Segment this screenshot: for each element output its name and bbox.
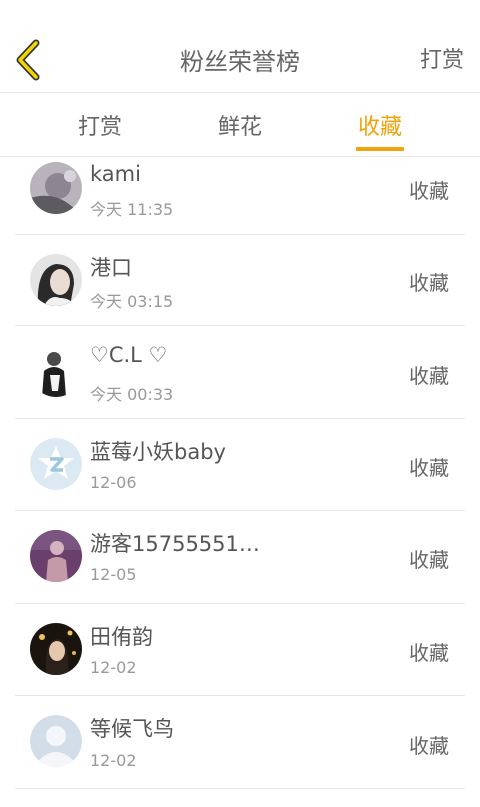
timestamp: 12-06 xyxy=(90,473,137,492)
list-item[interactable]: 游客15755551… 12-05 收藏 xyxy=(15,510,465,604)
timestamp: 12-02 xyxy=(90,751,137,770)
tab-bar: 打赏 鲜花 收藏 xyxy=(0,93,480,157)
user-name: ♡C.L ♡ xyxy=(90,343,168,367)
avatar-image-icon xyxy=(30,530,82,582)
timestamp: 12-05 xyxy=(90,565,137,584)
tab-favorites[interactable]: 收藏 xyxy=(330,109,430,141)
active-tab-indicator xyxy=(356,147,404,151)
user-name: 田侑韵 xyxy=(90,625,153,649)
favorite-action-label[interactable]: 收藏 xyxy=(409,637,449,666)
timestamp: 12-02 xyxy=(90,658,137,677)
user-name: 港口 xyxy=(90,256,132,280)
fan-list: kami 今天 11:35 收藏 港口 今天 03:15 收藏 ♡C.L ♡ 今… xyxy=(0,157,480,807)
avatar-image-icon xyxy=(30,623,82,675)
avatar xyxy=(30,530,82,582)
list-item[interactable]: 蓝莓小妖baby 12-06 收藏 xyxy=(15,418,465,511)
tab-flowers[interactable]: 鲜花 xyxy=(190,109,290,141)
avatar xyxy=(30,162,82,214)
favorite-action-label[interactable]: 收藏 xyxy=(409,452,449,481)
user-name: 游客15755551… xyxy=(90,532,260,556)
avatar xyxy=(30,438,82,490)
default-avatar-icon xyxy=(30,438,82,490)
timestamp: 今天 11:35 xyxy=(90,200,174,219)
avatar-image-icon xyxy=(30,254,82,306)
list-item[interactable]: 港口 今天 03:15 收藏 xyxy=(15,234,465,326)
list-item[interactable]: ♡C.L ♡ 今天 00:33 收藏 xyxy=(15,325,465,419)
user-name: 蓝莓小妖baby xyxy=(90,440,226,464)
avatar xyxy=(30,254,82,306)
list-item[interactable]: kami 今天 11:35 收藏 xyxy=(15,157,465,235)
timestamp: 今天 00:33 xyxy=(90,385,174,404)
list-item[interactable]: 等候飞鸟 12-02 收藏 xyxy=(15,695,465,789)
favorite-action-label[interactable]: 收藏 xyxy=(409,360,449,389)
list-item[interactable]: 田侑韵 12-02 收藏 xyxy=(15,603,465,696)
reward-button[interactable]: 打赏 xyxy=(420,42,464,74)
header-bar: 粉丝荣誉榜 打赏 xyxy=(0,0,480,93)
avatar xyxy=(30,715,82,767)
user-name: 等候飞鸟 xyxy=(90,717,174,741)
timestamp: 今天 03:15 xyxy=(90,292,174,311)
favorite-action-label[interactable]: 收藏 xyxy=(409,730,449,759)
user-name: kami xyxy=(90,162,141,186)
favorite-action-label[interactable]: 收藏 xyxy=(409,544,449,573)
avatar-image-icon xyxy=(30,162,82,214)
tab-reward[interactable]: 打赏 xyxy=(50,109,150,141)
avatar xyxy=(30,345,82,397)
avatar-image-icon xyxy=(30,345,82,397)
favorite-action-label[interactable]: 收藏 xyxy=(409,267,449,296)
page-title: 粉丝荣誉榜 xyxy=(180,48,300,76)
default-avatar-icon xyxy=(30,715,82,767)
favorite-action-label[interactable]: 收藏 xyxy=(409,175,449,204)
avatar xyxy=(30,623,82,675)
